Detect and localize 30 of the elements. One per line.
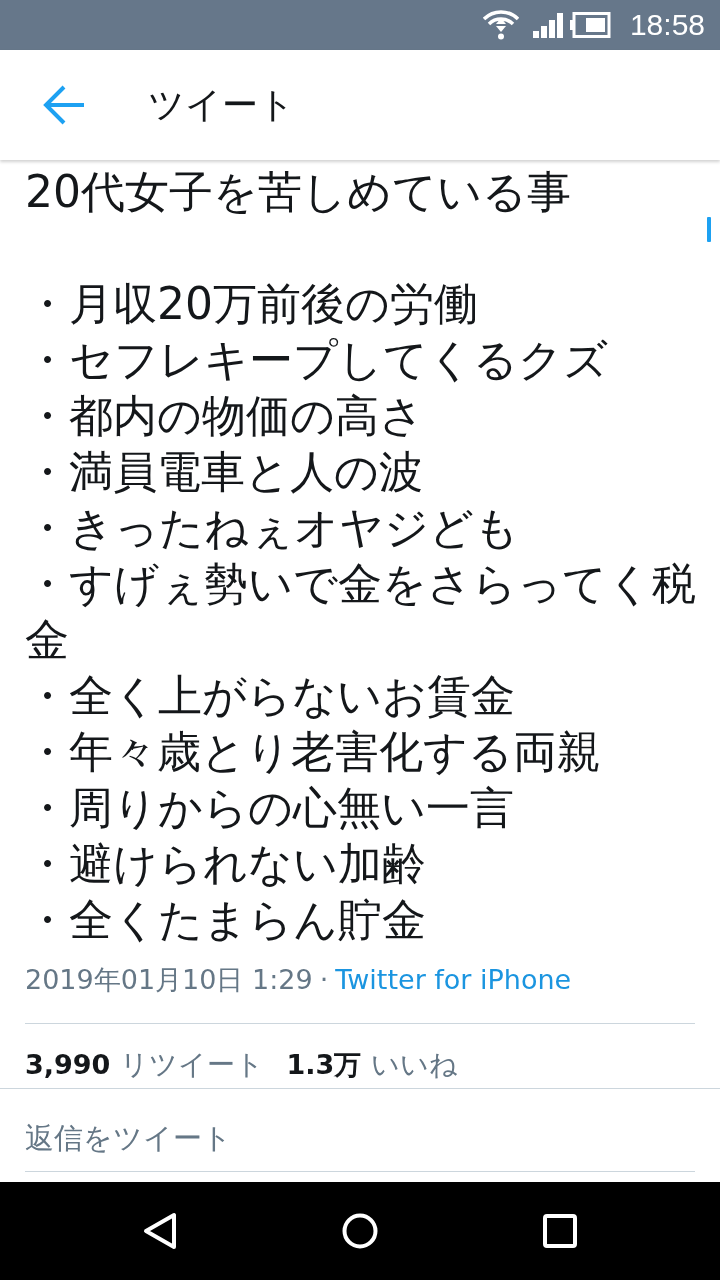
tweet-list-item: ・セフレキープしてくるクズ [25, 333, 608, 387]
tweet-list-item: ・月収20万前後の労働 [25, 277, 478, 331]
tweet-list-item: ・すげぇ勢いで金をさらってく税金 [25, 557, 697, 667]
tweet-heading: 20代女子を苦しめている事 [25, 165, 571, 219]
source-link[interactable]: Twitter for iPhone [335, 960, 572, 1000]
status-time: 18:58 [629, 8, 705, 42]
circle-icon[interactable] [342, 1213, 378, 1249]
wifi-icon [482, 10, 519, 40]
triangle-icon[interactable] [143, 1212, 177, 1250]
back-arrow-icon[interactable] [42, 84, 86, 126]
tweet-list-item: ・きったねぇオヤジども [25, 501, 519, 555]
tweet-timestamp: 2019年01月10日 1:29 [25, 963, 313, 997]
tweet-list-item: ・周りからの心無い一言 [25, 781, 514, 835]
reply-field[interactable]: 返信をツイート [25, 1118, 695, 1158]
square-icon[interactable] [543, 1214, 577, 1248]
tweet-list-item: ・年々歳とり老害化する両親 [25, 725, 601, 779]
tweet-list-item: ・避けられない加齢 [25, 837, 426, 891]
stat-label[interactable]: リツイート [120, 1045, 265, 1085]
battery-icon [568, 12, 611, 38]
scrollbar-thumb [707, 217, 711, 242]
signal-icon [532, 12, 563, 38]
stat-label[interactable]: いいね [371, 1045, 459, 1085]
tweet-list-item: ・全く上がらないお賃金 [25, 669, 515, 723]
stat-count: 1.3万 [286, 1048, 362, 1082]
tweet-list-item: ・全くたまらん貯金 [25, 893, 426, 947]
tweet-list-item: ・都内の物価の高さ [25, 389, 424, 443]
stat-count: 3,990 [25, 1048, 111, 1082]
separator-dot: · [319, 963, 329, 997]
header-title: ツイート [148, 83, 295, 127]
tweet-list-item: ・満員電車と人の波 [25, 445, 423, 499]
